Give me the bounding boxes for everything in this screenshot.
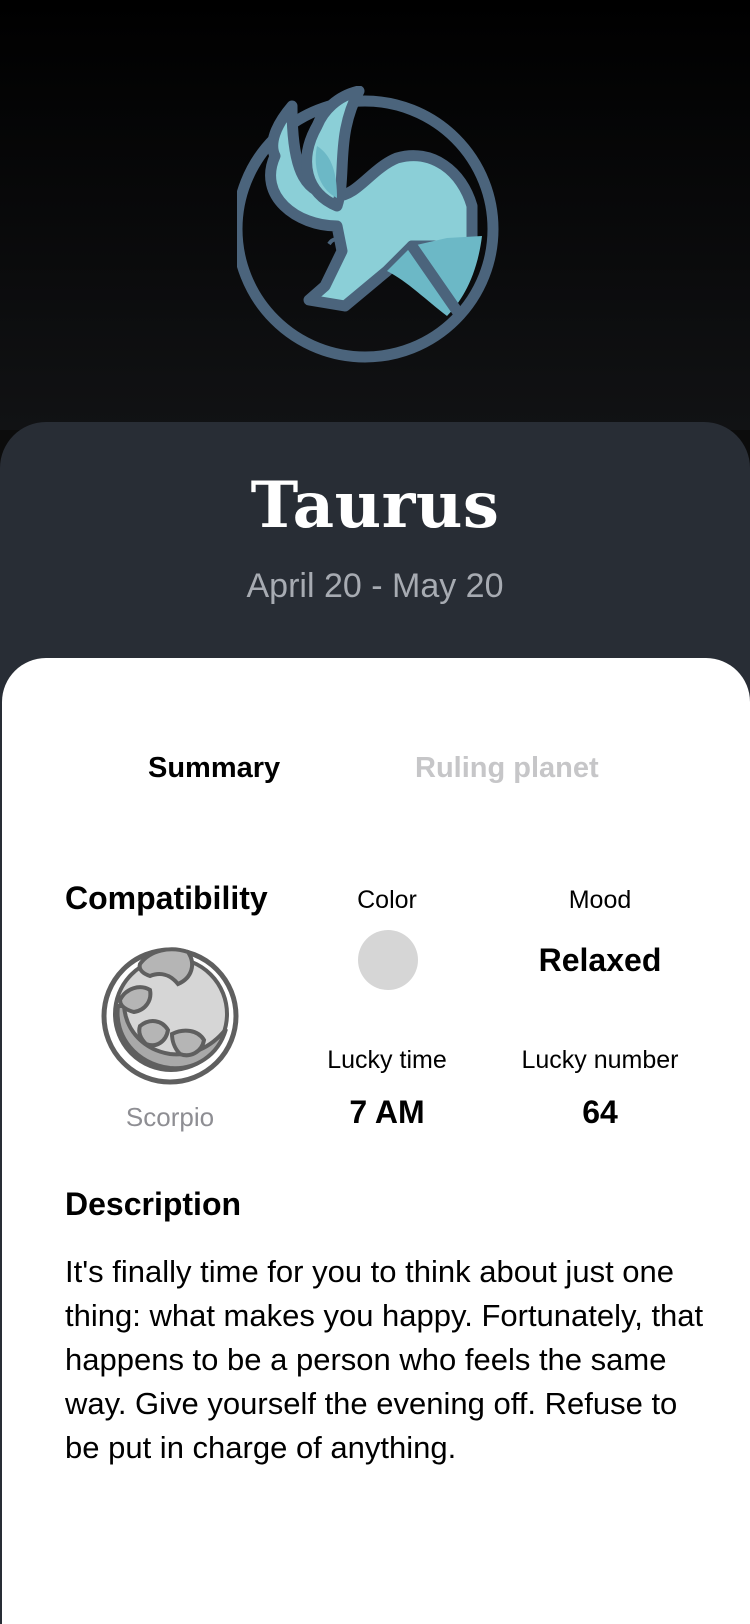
- description-heading: Description: [65, 1186, 242, 1222]
- mood-label: Mood: [568, 886, 632, 914]
- scorpio-icon[interactable]: [100, 944, 242, 1086]
- lucky-number-value: 64: [582, 1094, 618, 1130]
- lucky-time-label: Lucky time: [327, 1046, 447, 1074]
- mood-value: Relaxed: [538, 942, 662, 978]
- sign-title: Taurus: [250, 468, 500, 543]
- description-text: It's finally time for you to think about…: [65, 1254, 704, 1465]
- compatibility-heading: Compatibility: [65, 880, 268, 916]
- taurus-bull-icon: [237, 86, 499, 363]
- lucky-color-swatch: [358, 930, 418, 990]
- details-sheet: [2, 658, 750, 1624]
- compatible-sign-name: Scorpio: [125, 1102, 215, 1132]
- tab-summary[interactable]: Summary: [148, 752, 280, 785]
- tab-ruling-planet[interactable]: Ruling planet: [415, 752, 599, 785]
- sign-date-range: April 20 - May 20: [246, 567, 504, 605]
- lucky-number-label: Lucky number: [521, 1046, 679, 1074]
- color-label: Color: [357, 886, 417, 914]
- lucky-time-value: 7 AM: [349, 1094, 425, 1130]
